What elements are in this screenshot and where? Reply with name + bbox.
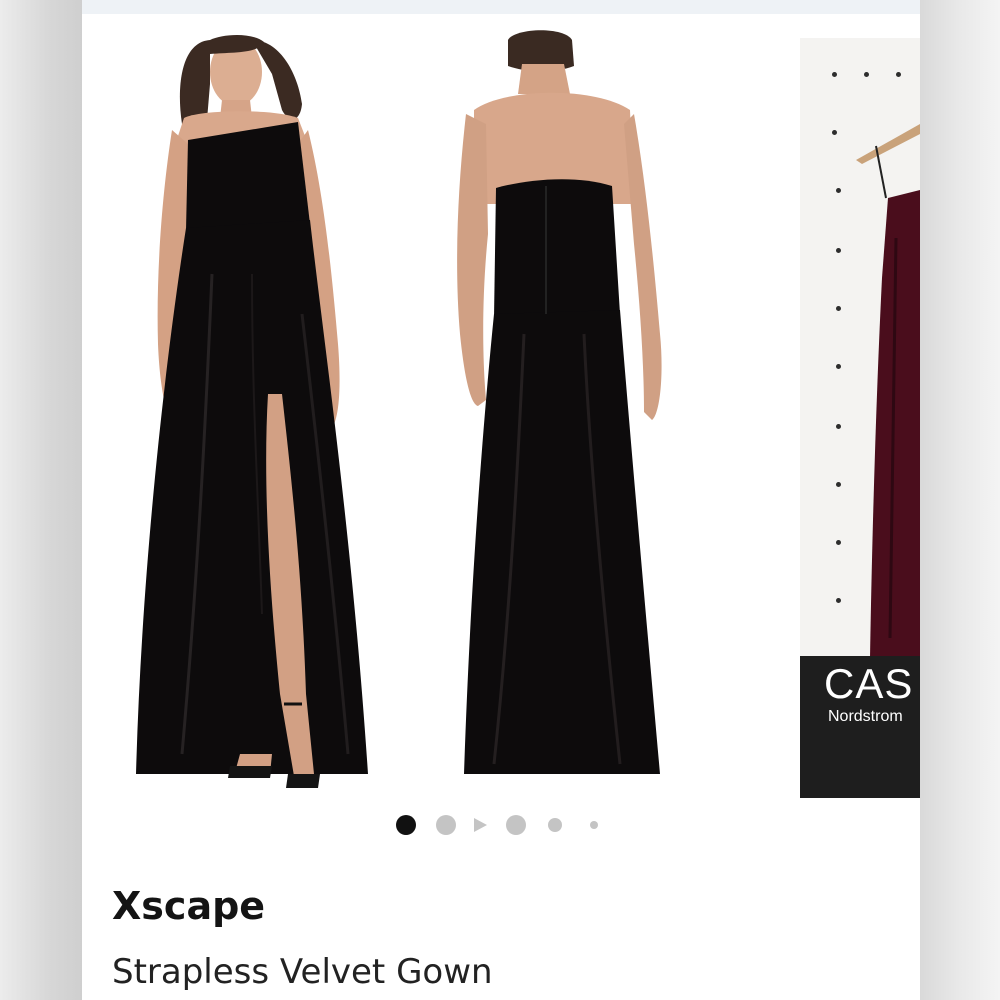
slide-front-view[interactable]: [102, 14, 432, 804]
image-carousel[interactable]: CAS Nordstrom: [82, 14, 920, 804]
video-play-icon[interactable]: [474, 818, 487, 832]
header-strip: [82, 0, 920, 14]
slide-back-view[interactable]: [434, 14, 764, 804]
product-brand[interactable]: Xscape: [112, 884, 265, 928]
gown-front-image: [136, 35, 368, 788]
brand-banner-subtitle: Nordstrom: [828, 708, 903, 725]
right-blur-area: [920, 0, 1000, 1000]
carousel-pagination: [82, 812, 920, 836]
page-dot[interactable]: [548, 818, 562, 832]
page-dot[interactable]: [590, 821, 598, 829]
page-dot[interactable]: [506, 815, 526, 835]
slide-hanger-view[interactable]: CAS Nordstrom: [800, 38, 920, 798]
gown-back-image: [457, 30, 662, 774]
brand-banner-title: CAS: [824, 660, 914, 707]
page-dot[interactable]: [436, 815, 456, 835]
product-title: Strapless Velvet Gown: [112, 952, 493, 992]
left-blur-area: [0, 0, 82, 1000]
product-page: CAS Nordstrom Xscape Strapless Velvet Go…: [82, 0, 920, 1000]
page-dot-active[interactable]: [396, 815, 416, 835]
